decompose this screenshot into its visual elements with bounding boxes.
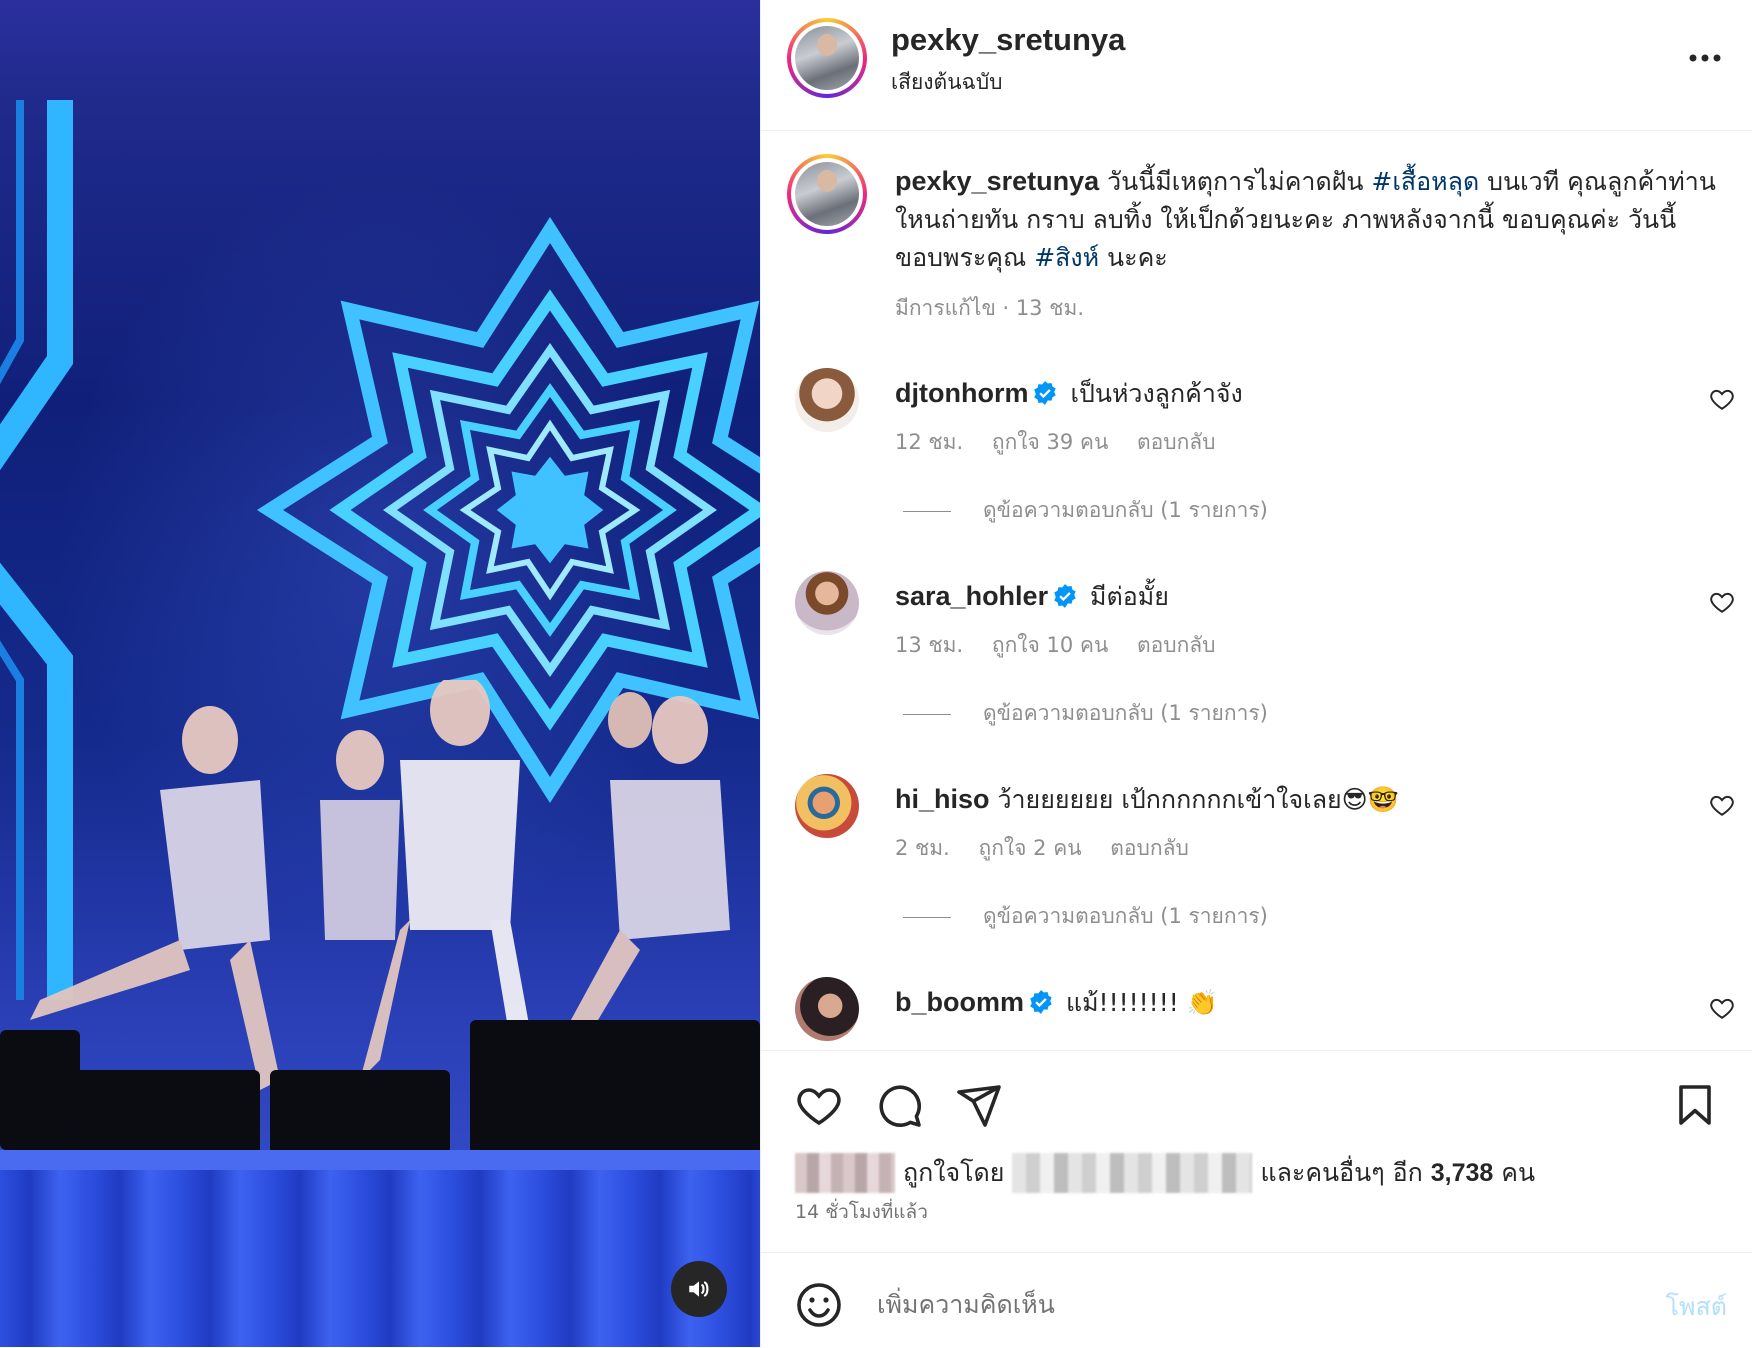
- comment-heart-icon[interactable]: [1709, 589, 1735, 615]
- divider: [903, 916, 951, 918]
- comment-heart-icon[interactable]: [1709, 792, 1735, 818]
- comment-likes[interactable]: ถูกใจ 2 คน: [979, 836, 1082, 860]
- audio-label[interactable]: เสียงต้นฉบับ: [891, 66, 1003, 99]
- bookmark-icon[interactable]: [1671, 1081, 1719, 1129]
- post-timestamp[interactable]: 14 ชั่วโมงที่แล้ว: [795, 1197, 928, 1227]
- comment-line: sara_hohler มีต่อมั้ย: [895, 577, 1169, 617]
- comment-line: b_boomm แม้!!!!!!!! 👏: [895, 983, 1218, 1023]
- caption-text: นะคะ: [1107, 243, 1168, 272]
- comment-line: djtonhorm เป็นห่วงลูกค้าจัง: [895, 374, 1243, 414]
- comment-time[interactable]: 12 ชม.: [895, 430, 963, 454]
- comment-likes[interactable]: ถูกใจ 10 คน: [992, 633, 1108, 657]
- add-comment-bar: โพสต์: [761, 1252, 1752, 1348]
- likes-count[interactable]: 3,738: [1431, 1159, 1494, 1188]
- comment-username[interactable]: djtonhorm: [895, 378, 1028, 408]
- divider: [903, 510, 951, 512]
- verified-icon: [1034, 381, 1057, 405]
- commenter-avatar[interactable]: [795, 368, 859, 432]
- heart-icon[interactable]: [795, 1081, 843, 1129]
- commenter-avatar[interactable]: [795, 977, 859, 1041]
- post-actions: ถูกใจโดย และคนอื่นๆ อีก 3,738 คน 14 ชั่ว…: [761, 1050, 1752, 1271]
- post-details-panel: pexky_sretunya เสียงต้นฉบับ pexky_sretun…: [760, 0, 1752, 1347]
- liked-by-label: ถูกใจโดย: [903, 1158, 1005, 1187]
- comment-item: sara_hohler มีต่อมั้ย 13 ชม. ถูกใจ 10 คน…: [761, 571, 1752, 771]
- divider: [903, 713, 951, 715]
- comment-item: b_boomm แม้!!!!!!!! 👏: [761, 977, 1752, 1043]
- comment-text: ว้ายยยยยย เป้กกกกกกเข้าใจเลย😎🤓: [997, 785, 1399, 814]
- caption-edited-meta: มีการแก้ไข · 13 ชม.: [895, 296, 1084, 320]
- stage-curtain: [0, 1170, 760, 1347]
- author-avatar[interactable]: [787, 18, 867, 98]
- comment-item: djtonhorm เป็นห่วงลูกค้าจัง 12 ชม. ถูกใจ…: [761, 368, 1752, 568]
- comment-meta: 2 ชม. ถูกใจ 2 คน ตอบกลับ: [895, 832, 1211, 865]
- author-username[interactable]: pexky_sretunya: [891, 22, 1125, 58]
- view-replies-label: ดูข้อความตอบกลับ (1 รายการ): [983, 904, 1268, 928]
- verified-icon: [1030, 990, 1052, 1014]
- caption-text: วันนี้มีเหตุการไม่คาดฝัน: [1107, 167, 1364, 196]
- comment-input[interactable]: [875, 1275, 1579, 1333]
- verified-icon: [1054, 584, 1076, 608]
- hashtag-link[interactable]: #สิงห์: [1034, 243, 1099, 272]
- comment-time[interactable]: 2 ชม.: [895, 836, 950, 860]
- comment-text: มีต่อมั้ย: [1090, 582, 1169, 611]
- view-replies-label: ดูข้อความตอบกลับ (1 รายการ): [983, 701, 1268, 725]
- volume-icon: [689, 1281, 709, 1297]
- comment-time[interactable]: 13 ชม.: [895, 633, 963, 657]
- view-replies-label: ดูข้อความตอบกลับ (1 รายการ): [983, 498, 1268, 522]
- view-replies-button[interactable]: ดูข้อความตอบกลับ (1 รายการ): [903, 900, 1268, 933]
- commenter-avatar[interactable]: [795, 571, 859, 635]
- comment-username[interactable]: sara_hohler: [895, 581, 1048, 611]
- hashtag-link[interactable]: #เสื้อหลุด: [1371, 167, 1479, 196]
- and-others-label: และคนอื่นๆ อีก: [1260, 1158, 1423, 1187]
- view-replies-button[interactable]: ดูข้อความตอบกลับ (1 รายการ): [903, 697, 1268, 730]
- caption-username[interactable]: pexky_sretunya: [895, 166, 1099, 196]
- post-comment-button[interactable]: โพสต์: [1666, 1287, 1727, 1327]
- comment-item: hi_hiso ว้ายยยยยย เป้กกกกกกเข้าใจเลย😎🤓 2…: [761, 774, 1752, 974]
- post-header: pexky_sretunya เสียงต้นฉบับ: [761, 0, 1752, 131]
- comment-text: แม้!!!!!!!! 👏: [1065, 988, 1218, 1017]
- caption-author-avatar[interactable]: [787, 154, 867, 234]
- liker-name-blurred[interactable]: [1012, 1153, 1253, 1193]
- comment-likes[interactable]: ถูกใจ 39 คน: [992, 430, 1108, 454]
- likes-unit: คน: [1501, 1158, 1536, 1187]
- comment-heart-icon[interactable]: [1709, 995, 1735, 1021]
- stage-speaker: [0, 1030, 80, 1150]
- post-caption: pexky_sretunya วันนี้มีเหตุการไม่คาดฝัน …: [895, 162, 1725, 277]
- comment-heart-icon[interactable]: [1709, 386, 1735, 412]
- commenter-avatar[interactable]: [795, 774, 859, 838]
- comment-meta: 13 ชม. ถูกใจ 10 คน ตอบกลับ: [895, 629, 1238, 662]
- comment-username[interactable]: b_boomm: [895, 987, 1024, 1017]
- likes-summary: ถูกใจโดย และคนอื่นๆ อีก 3,738 คน: [795, 1153, 1535, 1193]
- share-icon[interactable]: [955, 1081, 1003, 1129]
- reply-button[interactable]: ตอบกลับ: [1110, 836, 1189, 860]
- post-media-video[interactable]: [0, 0, 760, 1347]
- comment-username[interactable]: hi_hiso: [895, 784, 990, 814]
- reply-button[interactable]: ตอบกลับ: [1137, 430, 1216, 454]
- comment-icon[interactable]: [875, 1081, 923, 1129]
- comment-line: hi_hiso ว้ายยยยยย เป้กกกกกกเข้าใจเลย😎🤓: [895, 780, 1399, 820]
- more-icon[interactable]: [1685, 40, 1725, 70]
- comment-meta: 12 ชม. ถูกใจ 39 คน ตอบกลับ: [895, 426, 1238, 459]
- comment-text: เป็นห่วงลูกค้าจัง: [1070, 379, 1243, 408]
- volume-button[interactable]: [671, 1261, 727, 1317]
- liker-avatars-blurred: [795, 1153, 895, 1193]
- reply-button[interactable]: ตอบกลับ: [1137, 633, 1216, 657]
- emoji-icon[interactable]: [795, 1281, 843, 1329]
- view-replies-button[interactable]: ดูข้อความตอบกลับ (1 รายการ): [903, 494, 1268, 527]
